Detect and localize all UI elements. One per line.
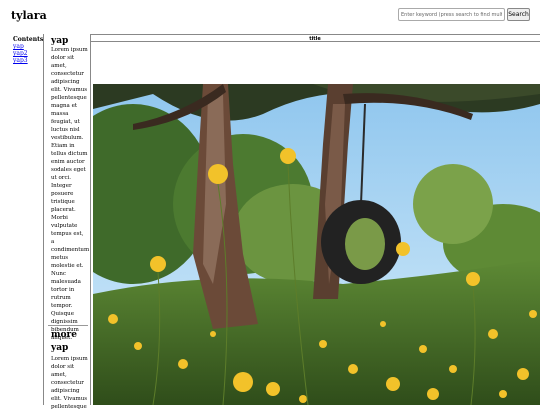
contents-title: Contents <box>13 36 44 43</box>
section-text-yap: Lorem ipsum dolor sit amet, consectetur … <box>51 47 90 341</box>
frame-title: title <box>90 34 540 42</box>
center-divider <box>90 34 91 405</box>
section-divider <box>48 325 88 326</box>
article-column: yap Lorem ipsum dolor sit amet, consecte… <box>48 36 90 410</box>
tire-swing-photo-image <box>93 84 540 405</box>
left-divider <box>43 34 44 405</box>
section-text-more-yap: Lorem ipsum dolor sit amet, consectetur … <box>51 356 88 410</box>
section-more-yap: more yap Lorem ipsum dolor sit amet, con… <box>48 325 88 411</box>
search-button[interactable]: Search <box>507 8 530 21</box>
table-of-contents: Contents yap yap2 yap3 <box>13 36 43 64</box>
site-title: tylara <box>11 9 47 22</box>
section-heading-more-yap: more yap <box>51 330 77 353</box>
section-heading-yap: yap <box>51 36 69 46</box>
toc-link-yap2[interactable]: yap2 <box>13 50 43 57</box>
tire-swing-photo <box>93 84 540 405</box>
toc-link-yap3[interactable]: yap3 <box>13 57 43 64</box>
search-input[interactable] <box>398 8 505 21</box>
toc-link-yap[interactable]: yap <box>13 43 43 50</box>
